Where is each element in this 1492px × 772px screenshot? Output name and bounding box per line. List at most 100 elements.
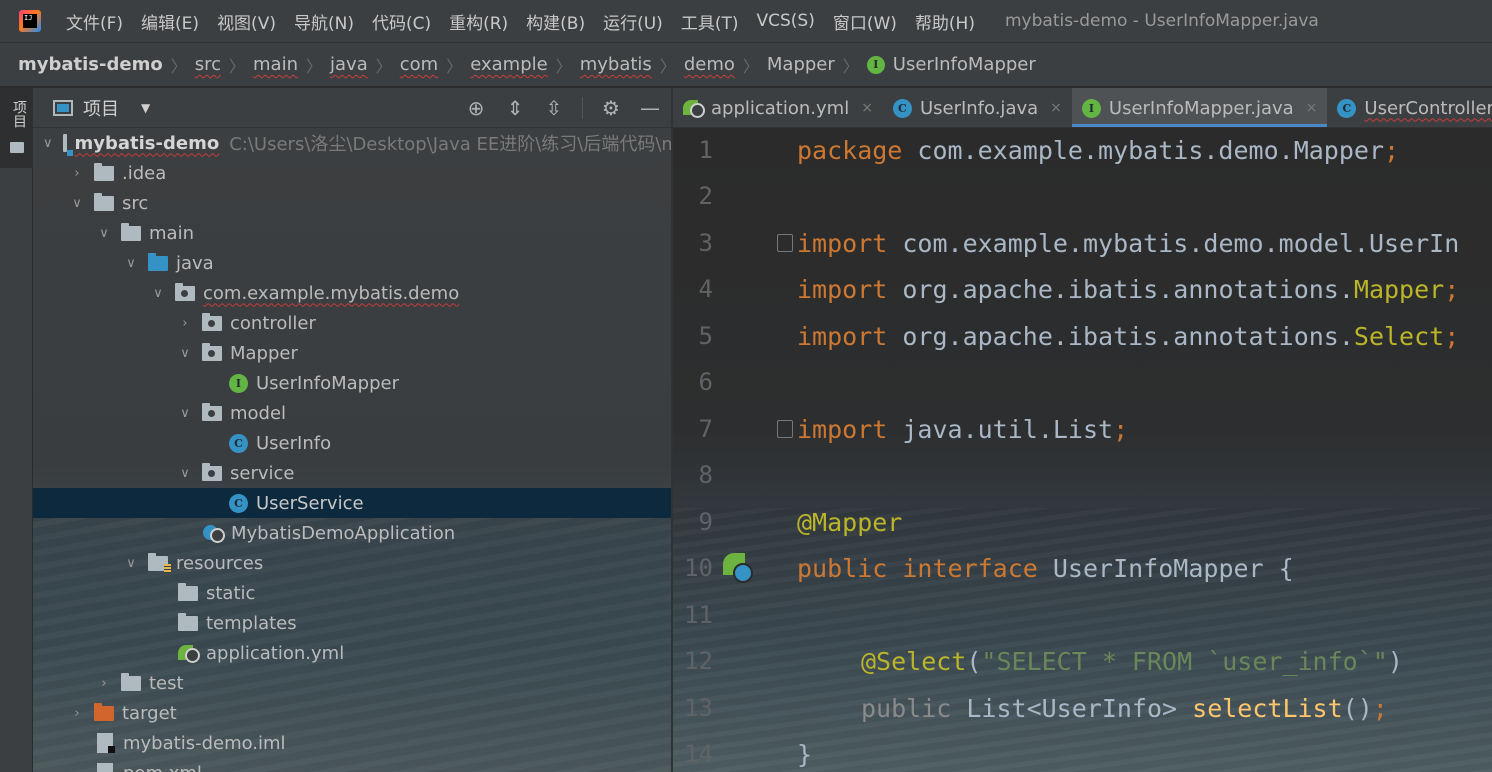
tree-row-userservice[interactable]: C UserService	[33, 488, 671, 518]
menu-bar: IJ 文件(F) 编辑(E) 视图(V) 导航(N) 代码(C) 重构(R) 构…	[0, 0, 1492, 42]
breadcrumb-item[interactable]: src	[195, 54, 221, 75]
left-tool-strip: 项目	[0, 88, 33, 772]
tab-label: UserController.j	[1364, 97, 1492, 119]
tree-row-userinfomapper[interactable]: I UserInfoMapper	[33, 368, 671, 398]
chevron-down-icon[interactable]: ∨	[124, 256, 138, 271]
tree-row-package[interactable]: ∨ com.example.mybatis.demo	[33, 278, 671, 308]
strip-label: 项目	[11, 100, 27, 128]
hide-icon[interactable]: —	[639, 96, 661, 120]
tab-userinfo-java[interactable]: C UserInfo.java ×	[883, 88, 1072, 127]
project-path-hint: C:\Users\洛尘\Desktop\Java EE进阶\练习\后端代码\m	[229, 134, 671, 155]
tree-row-mapper[interactable]: ∨ Mapper	[33, 338, 671, 368]
tree-item-label: UserService	[256, 492, 364, 514]
breadcrumb: mybatis-demo 〉 src 〉 main 〉 java 〉 com 〉…	[0, 42, 1492, 87]
project-panel-title[interactable]: 项目	[83, 95, 119, 121]
menu-file[interactable]: 文件(F)	[66, 9, 123, 34]
fold-icon[interactable]	[777, 420, 793, 438]
close-icon[interactable]: ×	[1050, 100, 1062, 116]
chevron-down-icon[interactable]: ∨	[178, 346, 192, 361]
module-folder-icon	[62, 134, 73, 156]
tree-row-resources[interactable]: ∨ resources	[33, 548, 671, 578]
chevron-down-icon[interactable]: ∨	[97, 226, 111, 241]
menu-code[interactable]: 代码(C)	[372, 9, 431, 34]
tab-application-yml[interactable]: application.yml ×	[673, 88, 883, 127]
breadcrumb-item[interactable]: demo	[684, 54, 735, 75]
project-view-icon	[53, 99, 73, 116]
tree-row-java[interactable]: ∨ java	[33, 248, 671, 278]
tree-row-src[interactable]: ∨ src	[33, 188, 671, 218]
breadcrumb-item[interactable]: java	[330, 54, 368, 75]
tree-row-application[interactable]: MybatisDemoApplication	[33, 518, 671, 548]
tree-item-label: model	[230, 402, 287, 424]
tree-row-templates[interactable]: templates	[33, 608, 671, 638]
tab-usercontroller-java[interactable]: C UserController.j	[1327, 88, 1492, 127]
tree-row-test[interactable]: › test	[33, 668, 671, 698]
tree-row-iml[interactable]: mybatis-demo.iml	[33, 728, 671, 758]
breadcrumb-item[interactable]: mybatis-demo	[18, 54, 163, 75]
breadcrumb-item[interactable]: UserInfoMapper	[893, 54, 1036, 75]
menu-refactor[interactable]: 重构(R)	[449, 9, 508, 34]
expand-all-icon[interactable]: ⇕	[504, 96, 526, 120]
chevron-right-icon[interactable]: ›	[70, 166, 84, 181]
breadcrumb-item[interactable]: example	[470, 54, 547, 75]
chevron-down-icon[interactable]: ∨	[178, 466, 192, 481]
gear-icon[interactable]: ⚙	[600, 96, 622, 120]
tree-row-userinfo[interactable]: C UserInfo	[33, 428, 671, 458]
line-number: 13	[684, 694, 713, 722]
menu-navigate[interactable]: 导航(N)	[294, 9, 354, 34]
line-number: 12	[684, 647, 713, 675]
chevron-right-icon[interactable]: ›	[70, 706, 84, 721]
chevron-down-icon[interactable]: ∨	[178, 406, 192, 421]
class-icon: C	[229, 493, 248, 513]
spring-bean-gutter-icon[interactable]	[723, 553, 753, 583]
chevron-right-icon[interactable]: ›	[97, 676, 111, 691]
tree-row-static[interactable]: static	[33, 578, 671, 608]
chevron-down-icon[interactable]: ▼	[141, 101, 150, 115]
menu-run[interactable]: 运行(U)	[603, 9, 663, 34]
project-tool-window-tab[interactable]: 项目	[0, 88, 33, 168]
code-editor[interactable]: 1 2 3 4 5 6 7 8 9 10 11 12 13 14 package…	[673, 128, 1492, 772]
tree-row-main[interactable]: ∨ main	[33, 218, 671, 248]
locate-icon[interactable]: ⊕	[465, 96, 487, 120]
tree-row-idea[interactable]: › .idea	[33, 158, 671, 188]
source-folder-icon	[148, 252, 168, 271]
folder-icon	[178, 612, 198, 631]
menu-tools[interactable]: 工具(T)	[681, 9, 739, 34]
chevron-down-icon[interactable]: ∨	[43, 136, 53, 151]
menu-window[interactable]: 窗口(W)	[833, 9, 897, 34]
package-icon	[202, 462, 222, 481]
breadcrumb-separator: 〉	[306, 56, 323, 76]
chevron-down-icon[interactable]: ∨	[70, 196, 84, 211]
class-icon: C	[229, 433, 248, 453]
tree-row-mybatis-demo[interactable]: ∨ mybatis-demo C:\Users\洛尘\Desktop\Java …	[33, 128, 671, 158]
collapse-all-icon[interactable]: ⇳	[543, 96, 565, 120]
chevron-down-icon[interactable]: ∨	[151, 286, 165, 301]
breadcrumb-item[interactable]: Mapper	[767, 54, 835, 75]
breadcrumb-item[interactable]: mybatis	[580, 54, 652, 75]
tree-item-label: resources	[176, 552, 264, 574]
menu-build[interactable]: 构建(B)	[526, 9, 585, 34]
tab-userinfomapper-java[interactable]: I UserInfoMapper.java ×	[1071, 88, 1328, 127]
chevron-down-icon[interactable]: ∨	[124, 556, 138, 571]
fold-icon[interactable]	[777, 234, 793, 252]
menu-vcs[interactable]: VCS(S)	[756, 11, 814, 31]
intellij-logo-icon[interactable]: IJ	[19, 10, 41, 32]
code-line: import com.example.mybatis.demo.model.Us…	[797, 229, 1460, 258]
tree-row-controller[interactable]: › controller	[33, 308, 671, 338]
breadcrumb-item[interactable]: main	[253, 54, 298, 75]
tree-row-target[interactable]: › target	[33, 698, 671, 728]
folder-icon	[94, 192, 114, 211]
tree-row-model[interactable]: ∨ model	[33, 398, 671, 428]
folder-icon	[121, 222, 141, 241]
tree-row-service[interactable]: ∨ service	[33, 458, 671, 488]
close-icon[interactable]: ×	[861, 100, 873, 116]
menu-help[interactable]: 帮助(H)	[915, 9, 975, 34]
chevron-right-icon[interactable]: ›	[178, 316, 192, 331]
close-icon[interactable]: ×	[1306, 100, 1318, 116]
tree-row-pom[interactable]: pom.xml	[33, 758, 671, 772]
editor-gutter: 1 2 3 4 5 6 7 8 9 10 11 12 13 14	[673, 128, 773, 772]
breadcrumb-item[interactable]: com	[400, 54, 438, 75]
menu-edit[interactable]: 编辑(E)	[141, 9, 199, 34]
menu-view[interactable]: 视图(V)	[217, 9, 276, 34]
tree-row-application-yml[interactable]: application.yml	[33, 638, 671, 668]
